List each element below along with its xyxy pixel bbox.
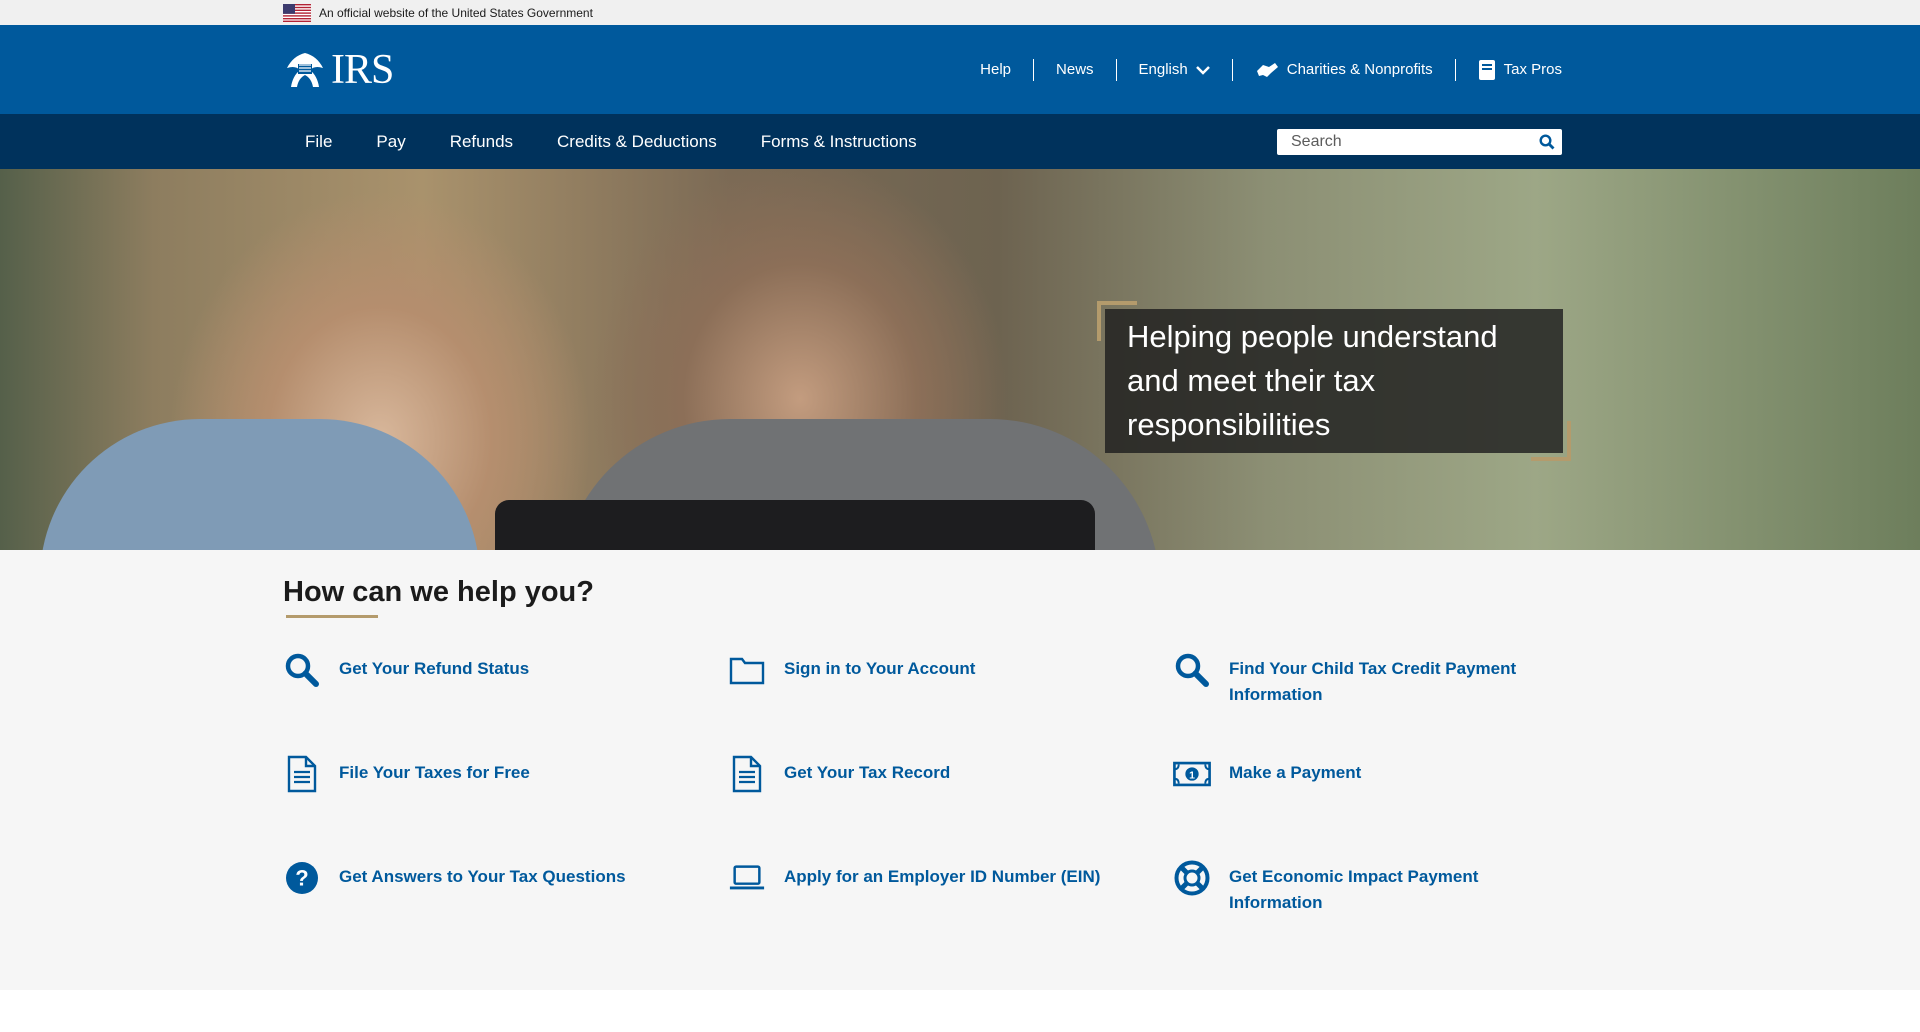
search-icon xyxy=(1173,652,1211,688)
document-icon xyxy=(728,755,766,793)
help-heading: How can we help you? xyxy=(283,576,594,608)
gov-banner-text: An official website of the United States… xyxy=(319,5,593,20)
nav-item-forms-instructions[interactable]: Forms & Instructions xyxy=(739,132,939,152)
apply-ein-link[interactable]: Apply for an Employer ID Number (EIN) xyxy=(728,860,1173,964)
file-free-label: File Your Taxes for Free xyxy=(339,763,530,782)
nav-item-pay[interactable]: Pay xyxy=(354,132,427,152)
make-payment-label: Make a Payment xyxy=(1229,763,1362,782)
tax-questions-link[interactable]: ? Get Answers to Your Tax Questions xyxy=(283,860,728,964)
refund-status-label: Get Your Refund Status xyxy=(339,659,530,678)
search-icon xyxy=(1539,133,1555,149)
search-button[interactable] xyxy=(1532,133,1562,150)
page-footer-space xyxy=(0,990,1920,1032)
search-icon xyxy=(283,652,321,688)
news-link[interactable]: News xyxy=(1033,58,1116,81)
quote-corner-bottom-right xyxy=(1531,421,1571,461)
logo-text: IRS xyxy=(331,46,394,93)
utility-nav: Help News English Charities & Nonprofits… xyxy=(958,58,1562,81)
chevron-down-icon xyxy=(1195,65,1210,75)
tax-record-link[interactable]: Get Your Tax Record xyxy=(728,755,1173,860)
heading-underline xyxy=(286,615,378,618)
money-icon: 1 xyxy=(1173,756,1211,792)
refund-status-link[interactable]: Get Your Refund Status xyxy=(283,652,728,756)
book-icon xyxy=(1478,59,1495,80)
us-flag-icon xyxy=(283,3,311,22)
help-section: How can we help you? Get Your Refund Sta… xyxy=(0,550,1920,990)
hero-banner: Helping people understand and meet their… xyxy=(0,169,1920,550)
child-tax-credit-label: Find Your Child Tax Credit Payment Infor… xyxy=(1229,659,1517,704)
document-icon xyxy=(283,755,321,793)
apply-ein-label: Apply for an Employer ID Number (EIN) xyxy=(784,867,1101,886)
file-free-link[interactable]: File Your Taxes for Free xyxy=(283,755,728,860)
economic-impact-payment-label: Get Economic Impact Payment Information xyxy=(1229,867,1479,912)
nav-item-refunds[interactable]: Refunds xyxy=(428,132,535,152)
hero-quote-text: Helping people understand and meet their… xyxy=(1127,319,1498,442)
language-label: English xyxy=(1138,61,1188,78)
svg-text:?: ? xyxy=(295,866,308,891)
make-payment-link[interactable]: 1 Make a Payment xyxy=(1173,756,1573,860)
search-input[interactable] xyxy=(1277,132,1532,151)
eagle-logo-icon xyxy=(287,52,323,87)
search-box xyxy=(1277,128,1562,155)
sign-in-account-link[interactable]: Sign in to Your Account xyxy=(728,652,1173,756)
taxpros-link[interactable]: Tax Pros xyxy=(1454,58,1562,81)
main-nav: File Pay Refunds Credits & Deductions Fo… xyxy=(0,114,1920,169)
taxpros-link-label: Tax Pros xyxy=(1503,61,1562,78)
irs-logo[interactable]: IRS xyxy=(283,46,394,94)
tax-record-label: Get Your Tax Record xyxy=(784,763,951,782)
question-icon: ? xyxy=(283,860,321,896)
charities-link-label: Charities & Nonprofits xyxy=(1286,61,1433,78)
site-header: IRS Help News English Charities & Nonpro… xyxy=(0,25,1920,114)
hero-photo-laptop xyxy=(495,500,1095,550)
gov-banner: An official website of the United States… xyxy=(0,0,1920,25)
child-tax-credit-link[interactable]: Find Your Child Tax Credit Payment Infor… xyxy=(1173,652,1573,756)
help-link[interactable]: Help xyxy=(958,59,1033,81)
charities-link[interactable]: Charities & Nonprofits xyxy=(1231,58,1455,81)
economic-impact-payment-link[interactable]: Get Economic Impact Payment Information xyxy=(1173,860,1573,964)
hero-quote: Helping people understand and meet their… xyxy=(1105,309,1571,461)
sign-in-account-label: Sign in to Your Account xyxy=(784,659,976,678)
language-selector[interactable]: English xyxy=(1115,58,1232,81)
hero-quote-box: Helping people understand and meet their… xyxy=(1097,301,1571,461)
tax-questions-label: Get Answers to Your Tax Questions xyxy=(339,867,626,886)
news-link-label: News xyxy=(1056,61,1094,78)
main-nav-links: File Pay Refunds Credits & Deductions Fo… xyxy=(283,132,939,152)
svg-text:1: 1 xyxy=(1189,770,1195,781)
folder-icon xyxy=(728,652,766,688)
help-links-grid: Get Your Refund Status Sign in to Your A… xyxy=(283,652,1920,964)
nav-item-file[interactable]: File xyxy=(283,132,354,152)
laptop-icon xyxy=(728,860,766,896)
nav-item-credits-deductions[interactable]: Credits & Deductions xyxy=(535,132,739,152)
handshake-icon xyxy=(1256,62,1278,77)
lifebuoy-icon xyxy=(1173,860,1211,896)
help-link-label: Help xyxy=(980,61,1012,78)
